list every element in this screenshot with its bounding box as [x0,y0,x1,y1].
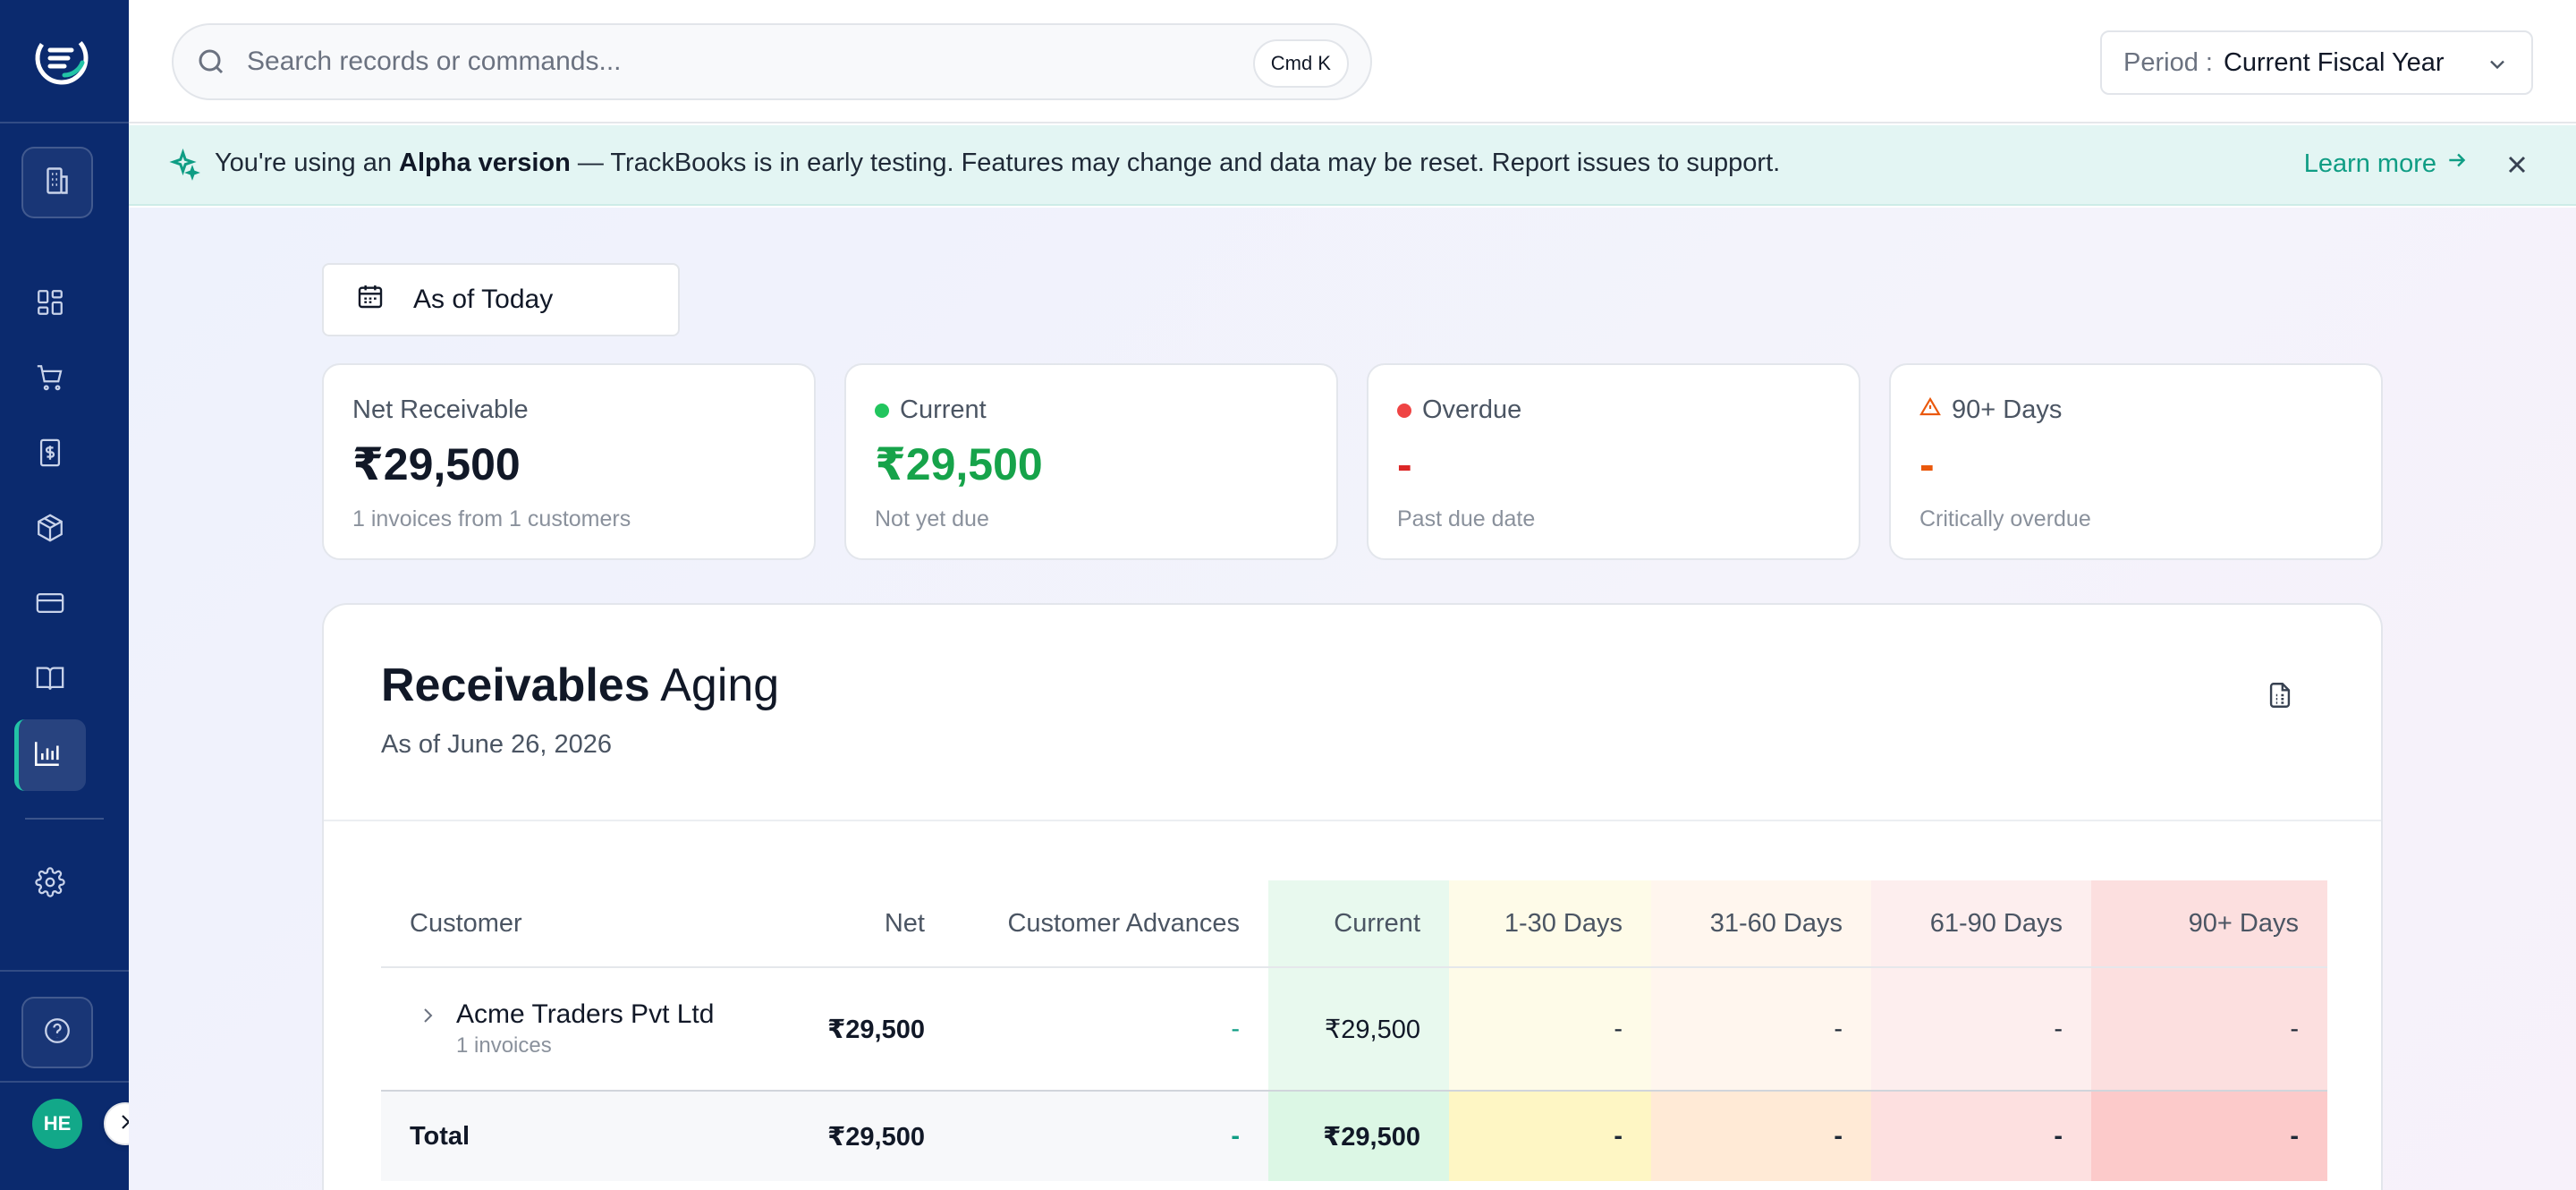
card-label: 90+ Days [1952,395,2063,424]
period-label: Period : [2123,47,2213,77]
sidebar-item-inventory[interactable] [30,510,70,549]
card-value: ₹29,500 [352,439,521,489]
card-subtitle: Past due date [1397,506,1536,531]
column-header-90-plus[interactable]: 90+ Days [2091,880,2327,966]
as-of-value: As of Today [413,285,554,314]
card-subtitle: 1 invoices from 1 customers [352,506,631,531]
report-title: Receivables Aging [381,659,780,711]
dashboard-grid-icon [35,287,65,322]
invoice-count: 1 invoices [456,1033,552,1058]
customer-name[interactable]: Acme Traders Pvt Ltd [456,999,714,1030]
search-icon [195,46,227,82]
total-1-30: - [1614,1121,1623,1151]
cell-current: ₹29,500 [1324,1015,1420,1044]
trackbooks-logo-icon[interactable] [32,29,91,88]
cell-advances: - [1231,1014,1240,1043]
shopping-cart-icon [35,362,65,397]
cell-61-90: - [2054,1014,2063,1043]
sidebar-item-sales[interactable] [30,360,70,399]
card-label: Net Receivable [352,395,529,424]
banner-message: You're using an Alpha version — TrackBoo… [215,149,1781,177]
column-header-current[interactable]: Current [1268,880,1449,966]
card-overdue: Overdue - Past due date [1367,363,1860,560]
calendar-icon [356,282,413,318]
sparkle-icon [168,148,200,185]
total-advances: - [1231,1121,1240,1151]
period-selector[interactable]: Period : Current Fiscal Year [2100,30,2533,95]
building-icon [41,165,73,201]
warning-triangle-icon [1919,395,1941,425]
cell-31-60: - [1834,1014,1843,1043]
sidebar-item-dashboard[interactable] [30,285,70,324]
book-open-icon [35,663,65,698]
table-total-row: Total ₹29,500 - ₹29,500 - - - - [381,1092,2327,1181]
sidebar-item-accounting[interactable] [30,660,70,700]
package-icon [35,513,65,548]
close-icon[interactable] [2503,150,2531,183]
card-net-receivable: Net Receivable ₹29,500 1 invoices from 1… [322,363,816,560]
green-dot-icon [875,403,889,418]
total-61-90: - [2054,1121,2063,1151]
gear-icon [35,866,65,902]
arrow-right-icon [2445,149,2469,179]
search-input[interactable]: Search records or commands... [247,47,622,77]
sidebar: HE [0,0,129,1190]
sidebar-item-settings[interactable] [30,864,70,904]
card-value: - [1919,439,1935,489]
credit-card-icon [35,588,65,623]
sidebar-item-expenses[interactable] [30,435,70,474]
red-dot-icon [1397,403,1411,418]
export-document-icon[interactable] [2265,680,2295,715]
total-current: ₹29,500 [1323,1122,1420,1152]
card-90-plus-days: 90+ Days - Critically overdue [1889,363,2383,560]
column-header-net[interactable]: Net [792,880,953,966]
main-content: As of Today Net Receivable ₹29,500 1 inv… [129,208,2576,1190]
total-90-plus: - [2290,1121,2299,1151]
column-header-31-60[interactable]: 31-60 Days [1651,880,1871,966]
sidebar-item-banking[interactable] [30,585,70,625]
column-header-customer[interactable]: Customer [381,880,792,966]
total-net: ₹29,500 [827,1122,925,1152]
user-avatar[interactable]: HE [32,1099,82,1149]
sidebar-item-organization[interactable] [21,147,93,218]
chevron-down-icon [2485,52,2510,84]
column-header-1-30[interactable]: 1-30 Days [1449,880,1651,966]
card-subtitle: Not yet due [875,506,989,531]
as-of-date-picker[interactable]: As of Today [322,263,680,336]
card-current: Current ₹29,500 Not yet due [844,363,1338,560]
card-value: ₹29,500 [875,439,1043,489]
learn-more-link[interactable]: Learn more [2304,149,2469,179]
total-31-60: - [1834,1121,1843,1151]
shortcut-badge: Cmd K [1252,39,1349,88]
chevron-right-icon[interactable] [417,1004,438,1033]
table-row[interactable]: Acme Traders Pvt Ltd 1 invoices ₹29,500 … [381,968,2327,1090]
card-label: Overdue [1422,395,1522,424]
receivables-aging-report: Receivables Aging As of June 26, 2026 Cu… [322,603,2383,1190]
period-value: Current Fiscal Year [2223,47,2445,77]
bill-dollar-icon [35,438,65,472]
column-header-61-90[interactable]: 61-90 Days [1871,880,2091,966]
card-value: - [1397,439,1412,489]
card-label: Current [900,395,987,424]
table-header: Customer Net Customer Advances Current 1… [381,880,2327,966]
cell-net: ₹29,500 [827,1015,925,1044]
search-bar[interactable]: Search records or commands... Cmd K [172,23,1372,100]
alpha-banner: You're using an Alpha version — TrackBoo… [129,125,2576,206]
card-subtitle: Critically overdue [1919,506,2091,531]
cell-1-30: - [1614,1014,1623,1043]
report-subtitle: As of June 26, 2026 [381,730,612,759]
total-label: Total [410,1121,470,1151]
top-header: Search records or commands... Cmd K Peri… [129,0,2576,123]
sidebar-item-help[interactable] [21,997,93,1068]
bar-chart-icon [32,738,63,773]
help-circle-icon [42,1016,72,1050]
cell-90-plus: - [2290,1014,2299,1043]
sidebar-item-reports[interactable] [14,719,86,791]
column-header-advances[interactable]: Customer Advances [953,880,1268,966]
